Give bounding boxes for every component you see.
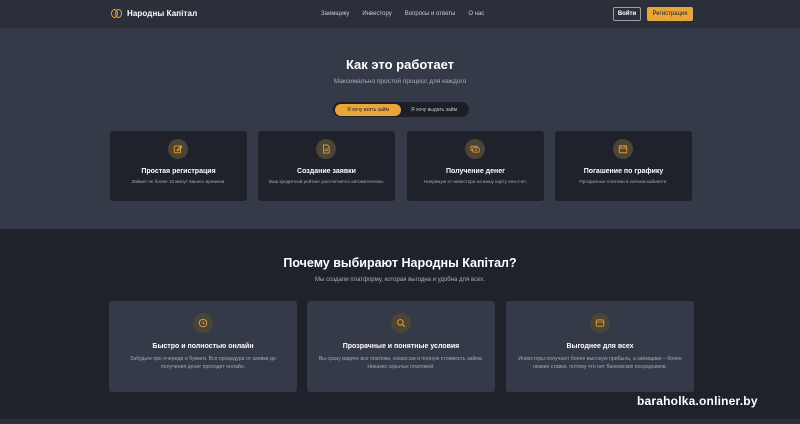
page-bottom-edge	[0, 419, 800, 424]
wallet-icon	[590, 313, 610, 333]
feature-card-fast: Быстро и полностью онлайн Забудьте про о…	[109, 301, 297, 392]
step-title: Получение денег	[445, 168, 506, 175]
how-it-works-section: Как это работает Максимально простой про…	[0, 29, 800, 229]
watermark-text: baraholka.onliner.by	[637, 394, 758, 408]
toggle-take-loan[interactable]: Я хочу взять займ	[335, 103, 401, 116]
coins-logo-icon	[111, 8, 122, 19]
login-button[interactable]: Войти	[613, 7, 641, 21]
step-card-registration: Простая регистрация Займет не более 10 м…	[110, 131, 247, 201]
step-desc: Напрямую от инвестора на вашу карту или …	[423, 179, 528, 184]
feature-title: Прозрачные и понятные условия	[342, 343, 460, 350]
money-icon	[465, 139, 485, 159]
step-card-money: Получение денег Напрямую от инвестора на…	[407, 131, 544, 201]
feature-title: Выгоднее для всех	[566, 343, 634, 350]
brand-logo-link[interactable]: Народны Капітал	[111, 8, 197, 19]
brand-name: Народны Капітал	[127, 9, 198, 18]
calendar-icon	[613, 139, 633, 159]
step-title: Создание заявки	[297, 168, 356, 175]
step-desc: Ваш кредитный рейтинг рассчитается автом…	[268, 179, 385, 184]
feature-title: Быстро и полностью онлайн	[152, 343, 254, 350]
feature-card-transparent: Прозрачные и понятные условия Вы сразу в…	[307, 301, 495, 392]
feature-desc: Инвесторы получают более высокую прибыль…	[518, 356, 682, 371]
feature-desc: Вы сразу видите все платежи, комиссии и …	[318, 356, 484, 371]
document-icon	[316, 139, 336, 159]
toggle-give-loan[interactable]: Я хочу выдать займ	[401, 104, 467, 116]
step-title: Простая регистрация	[141, 168, 216, 175]
how-subtitle: Максимально простой процесс для каждого	[333, 78, 467, 85]
why-title: Почему выбирают Народны Капітал?	[283, 256, 517, 270]
main-menu: Заемщику Инвестору Вопросы и ответы О на…	[321, 11, 484, 17]
why-subtitle: Мы создали платформу, которая выгодна и …	[315, 277, 485, 283]
menu-item-borrower[interactable]: Заемщику	[321, 11, 349, 17]
step-card-repayment: Погашение по графику Прозрачные платежи …	[555, 131, 692, 201]
top-navbar: Народны Капітал Заемщику Инвестору Вопро…	[0, 0, 800, 29]
step-title: Погашение по графику	[583, 168, 664, 175]
menu-item-about[interactable]: О нас	[468, 11, 484, 17]
step-card-application: Создание заявки Ваш кредитный рейтинг ра…	[258, 131, 395, 201]
pencil-square-icon	[168, 139, 188, 159]
clock-icon	[193, 313, 213, 333]
step-desc: Займет не более 10 минут вашего времени.	[131, 179, 226, 184]
menu-item-faq[interactable]: Вопросы и ответы	[405, 11, 456, 17]
magnifier-icon	[391, 313, 411, 333]
menu-item-investor[interactable]: Инвестору	[362, 11, 391, 17]
role-toggle: Я хочу взять займ Я хочу выдать займ	[333, 102, 469, 117]
how-title: Как это работает	[345, 57, 455, 72]
register-button[interactable]: Регистрация	[647, 7, 693, 21]
step-desc: Прозрачные платежи в личном кабинете.	[579, 179, 668, 184]
feature-desc: Забудьте про очереди и бумаги. Вся проце…	[130, 356, 276, 371]
feature-card-profitable: Выгоднее для всех Инвесторы получают бол…	[506, 301, 694, 392]
